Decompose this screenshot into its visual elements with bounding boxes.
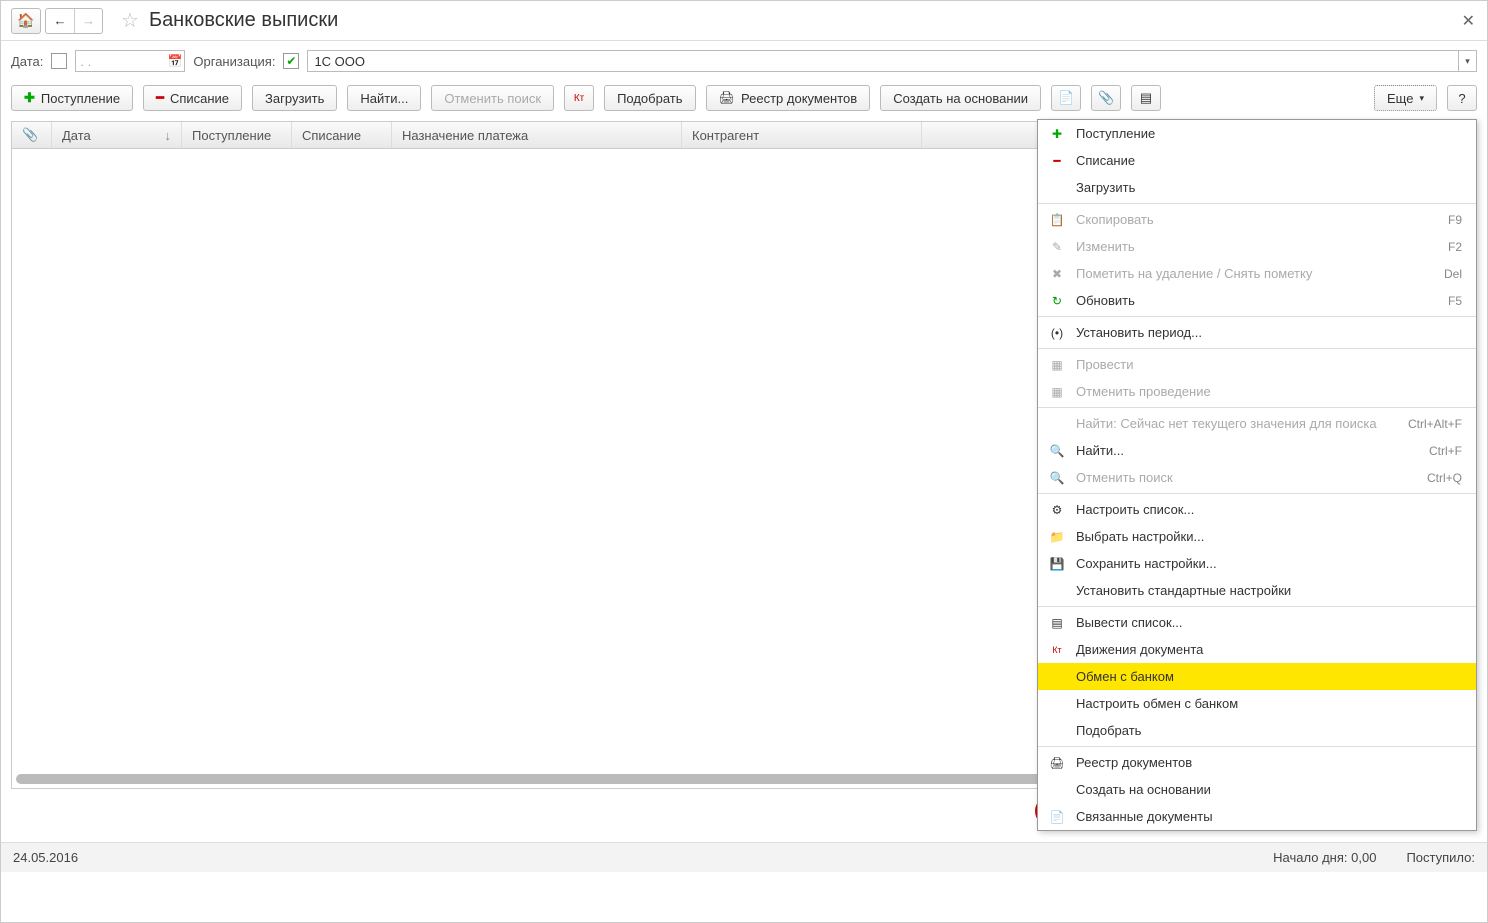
col-postuplenie[interactable]: Поступление [182, 122, 292, 148]
favorite-star-icon[interactable]: ☆ [121, 8, 139, 33]
menu-ustanovit-period[interactable]: (•)Установить период... [1038, 319, 1476, 346]
title-bar: 🏠 ← → ☆ Банковские выписки ✕ [1, 1, 1487, 41]
menu-obnovit[interactable]: ↻ОбновитьF5 [1038, 287, 1476, 314]
menu-dvizheniya[interactable]: КтДвижения документа [1038, 636, 1476, 663]
sozdat-button[interactable]: Создать на основании [880, 85, 1041, 111]
col-spisanie[interactable]: Списание [292, 122, 392, 148]
chevron-down-icon: ▾ [1419, 93, 1424, 104]
menu-svyazannye[interactable]: 📄Связанные документы [1038, 803, 1476, 830]
postuplenie-button[interactable]: ✚Поступление [11, 85, 133, 111]
filter-bar: Дата: . . 📅 Организация: 1С ООО ▾ [1, 41, 1487, 81]
print-icon: 🖨 [719, 90, 736, 106]
forward-button[interactable]: → [74, 9, 102, 33]
calendar-icon[interactable]: 📅 [167, 54, 182, 68]
postupilo-label: Поступило: [1406, 850, 1475, 865]
menu-spisanie[interactable]: ━Списание [1038, 147, 1476, 174]
unpost-icon: ▦ [1048, 385, 1066, 399]
nav-back-forward: ← → [45, 8, 103, 34]
org-dropdown-icon[interactable]: ▾ [1458, 51, 1476, 71]
search-icon: 🔍 [1048, 444, 1066, 458]
spisanie-button[interactable]: ━Списание [143, 85, 242, 111]
settings-list-icon: ⚙ [1048, 503, 1066, 517]
menu-pometit[interactable]: ✖Пометить на удаление / Снять пометкуDel [1038, 260, 1476, 287]
toolbar: ✚Поступление ━Списание Загрузить Найти..… [1, 81, 1487, 121]
menu-postuplenie[interactable]: ✚Поступление [1038, 120, 1476, 147]
menu-naiti-hint: Найти: Сейчас нет текущего значения для … [1038, 410, 1476, 437]
dtkt-icon: Кт [574, 93, 584, 104]
delete-mark-icon: ✖ [1048, 267, 1066, 281]
linked-doc-icon: 📄 [1048, 810, 1066, 824]
attach-button[interactable]: 📎 [1091, 85, 1121, 111]
col-date[interactable]: Дата↓ [52, 122, 182, 148]
sort-arrow-icon: ↓ [165, 128, 172, 143]
menu-skopirovat[interactable]: 📋СкопироватьF9 [1038, 206, 1476, 233]
dtkt-icon: Кт [1048, 645, 1066, 655]
menu-provesti[interactable]: ▦Провести [1038, 351, 1476, 378]
date-placeholder: . . [80, 54, 91, 69]
otmenit-poisk-button[interactable]: Отменить поиск [431, 85, 554, 111]
paperclip-icon: 📎 [22, 127, 38, 143]
col-kontragent[interactable]: Контрагент [682, 122, 922, 148]
doc-icon-button[interactable]: 📄 [1051, 85, 1081, 111]
minus-icon: ━ [156, 90, 164, 106]
refresh-icon: ↻ [1048, 294, 1066, 308]
col-attach[interactable]: 📎 [12, 122, 52, 148]
save-icon: 💾 [1048, 557, 1066, 571]
podobrat-button[interactable]: Подобрать [604, 85, 695, 111]
close-button[interactable]: ✕ [1462, 11, 1475, 31]
menu-podobrat[interactable]: Подобрать [1038, 717, 1476, 744]
org-label: Организация: [193, 54, 275, 69]
help-button[interactable]: ? [1447, 85, 1477, 111]
nachalo-dnya: Начало дня: 0,00 [1273, 850, 1376, 865]
folder-icon: 📁 [1048, 530, 1066, 544]
list-icon: ▤ [1140, 90, 1152, 106]
print-icon: 🖨 [1048, 756, 1066, 770]
org-value: 1С ООО [314, 54, 365, 69]
copy-icon: 📋 [1048, 213, 1066, 227]
reestr-button[interactable]: 🖨Реестр документов [706, 85, 871, 111]
menu-otmenit-provedenie[interactable]: ▦Отменить проведение [1038, 378, 1476, 405]
minus-icon: ━ [1048, 154, 1066, 168]
menu-ustanovit-std[interactable]: Установить стандартные настройки [1038, 577, 1476, 604]
menu-sozdat[interactable]: Создать на основании [1038, 776, 1476, 803]
document-icon: 📄 [1058, 90, 1074, 106]
more-button[interactable]: Еще▾ [1374, 85, 1437, 111]
col-naznachenie[interactable]: Назначение платежа [392, 122, 682, 148]
menu-zagruzit[interactable]: Загрузить [1038, 174, 1476, 201]
cancel-search-icon: 🔍 [1048, 471, 1066, 485]
plus-icon: ✚ [24, 90, 35, 106]
menu-naiti[interactable]: 🔍Найти...Ctrl+F [1038, 437, 1476, 464]
menu-otmenit-poisk[interactable]: 🔍Отменить поискCtrl+Q [1038, 464, 1476, 491]
date-field[interactable]: . . 📅 [75, 50, 185, 72]
org-field[interactable]: 1С ООО ▾ [307, 50, 1477, 72]
period-icon: (•) [1048, 326, 1066, 340]
dtkt-button[interactable]: Кт [564, 85, 594, 111]
menu-obmen-s-bankom[interactable]: Обмен с банком [1038, 663, 1476, 690]
menu-reestr[interactable]: 🖨Реестр документов [1038, 749, 1476, 776]
export-icon: ▤ [1048, 616, 1066, 630]
list-button[interactable]: ▤ [1131, 85, 1161, 111]
paperclip-icon: 📎 [1098, 90, 1114, 106]
back-button[interactable]: ← [46, 9, 74, 33]
menu-nastroit-obmen[interactable]: Настроить обмен с банком [1038, 690, 1476, 717]
date-checkbox[interactable] [51, 53, 67, 69]
org-checkbox[interactable] [283, 53, 299, 69]
zagruzit-button[interactable]: Загрузить [252, 85, 337, 111]
more-menu: ✚Поступление ━Списание Загрузить 📋Скопир… [1037, 119, 1477, 831]
plus-icon: ✚ [1048, 127, 1066, 141]
menu-nastroit-spisok[interactable]: ⚙Настроить список... [1038, 496, 1476, 523]
menu-sohranit-nastroiki[interactable]: 💾Сохранить настройки... [1038, 550, 1476, 577]
status-bar: 24.05.2016 Начало дня: 0,00 Поступило: [1, 842, 1487, 872]
menu-izmenit[interactable]: ✎ИзменитьF2 [1038, 233, 1476, 260]
menu-vybrat-nastroiki[interactable]: 📁Выбрать настройки... [1038, 523, 1476, 550]
page-title: Банковские выписки [149, 9, 338, 32]
edit-icon: ✎ [1048, 240, 1066, 254]
home-button[interactable]: 🏠 [11, 8, 41, 34]
menu-vyvesti-spisok[interactable]: ▤Вывести список... [1038, 609, 1476, 636]
naiti-button[interactable]: Найти... [347, 85, 421, 111]
status-date: 24.05.2016 [13, 850, 78, 865]
post-icon: ▦ [1048, 358, 1066, 372]
date-label: Дата: [11, 54, 43, 69]
